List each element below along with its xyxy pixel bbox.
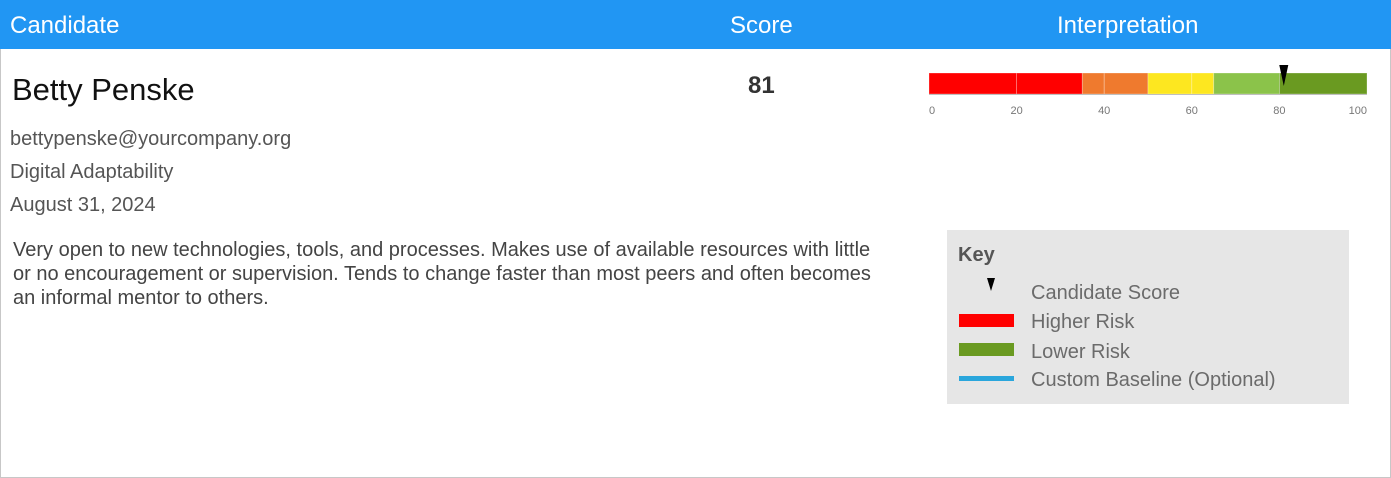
gauge-band-0	[928, 72, 1017, 95]
higher-risk-swatch	[959, 314, 1014, 327]
score-column-header: Score	[730, 12, 793, 39]
candidate-email: bettypenske@yourcompany.org	[10, 128, 292, 150]
gauge-tick-label: 100	[1349, 105, 1367, 117]
key-label-candidate-score: Candidate Score	[1031, 282, 1180, 304]
gauge-tick-label: 0	[929, 105, 935, 117]
gauge-band-5	[1191, 72, 1215, 95]
key-legend: Key Candidate Score Higher Risk Lower Ri…	[947, 230, 1349, 404]
gauge-band-6	[1213, 72, 1280, 95]
interpretation-column-header: Interpretation	[1057, 12, 1199, 39]
gauge-band-4	[1147, 72, 1193, 95]
gauge-tick-label: 20	[1010, 105, 1022, 117]
candidate-score: 81	[748, 72, 775, 99]
assessment-date: August 31, 2024	[10, 194, 156, 216]
custom-baseline-swatch	[959, 376, 1014, 381]
score-description: Very open to new technologies, tools, an…	[13, 239, 871, 309]
gauge-tick-label: 40	[1098, 105, 1110, 117]
gauge-band-7	[1278, 72, 1368, 95]
candidate-score-marker-icon	[987, 278, 995, 291]
lower-risk-swatch	[959, 343, 1014, 356]
assessment-name: Digital Adaptability	[10, 161, 174, 183]
gauge-band-3	[1103, 72, 1149, 95]
gauge-band-2	[1081, 72, 1105, 95]
key-label-lower-risk: Lower Risk	[1031, 341, 1130, 363]
gauge-tick-label: 60	[1186, 105, 1198, 117]
gauge-tick-label: 80	[1273, 105, 1285, 117]
gauge-band-1	[1016, 72, 1083, 95]
candidate-column-header: Candidate	[10, 12, 120, 39]
candidate-name: Betty Penske	[12, 72, 195, 107]
key-label-custom-baseline: Custom Baseline (Optional)	[1031, 369, 1276, 391]
key-label-higher-risk: Higher Risk	[1031, 311, 1135, 333]
table-header: Candidate Score Interpretation	[0, 0, 1391, 49]
score-gauge-chart: 0 20 40 60 80 100	[928, 65, 1368, 117]
key-title: Key	[958, 244, 995, 266]
